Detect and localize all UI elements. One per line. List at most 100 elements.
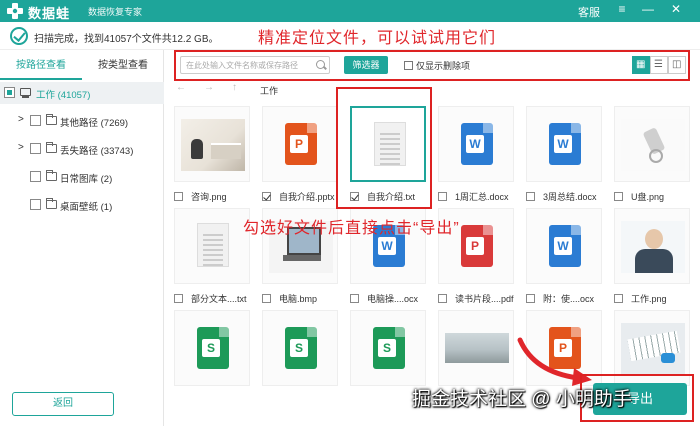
file-thumbnail[interactable]: W bbox=[438, 106, 514, 182]
file-thumbnail[interactable]: W bbox=[526, 106, 602, 182]
file-thumbnail[interactable]: P bbox=[262, 106, 338, 182]
file-name-row: 1周汇总.docx bbox=[438, 190, 518, 203]
tree-checkbox[interactable] bbox=[30, 199, 41, 210]
tree-checkbox[interactable] bbox=[30, 143, 41, 154]
file-thumbnail[interactable]: S bbox=[262, 310, 338, 386]
folder-icon bbox=[46, 170, 57, 181]
file-name-row: 3周总结.docx bbox=[526, 190, 606, 203]
file-name-row: 附：使....ocx bbox=[526, 292, 606, 305]
word-file-icon: W bbox=[461, 123, 493, 165]
file-name-row: 自我介绍.pptx bbox=[262, 190, 342, 203]
tree-checkbox[interactable] bbox=[30, 115, 41, 126]
file-tile[interactable]: W 1周汇总.docx bbox=[438, 106, 514, 216]
file-tile[interactable]: W 3周总结.docx bbox=[526, 106, 602, 216]
file-name-row: 电脑.bmp bbox=[262, 292, 342, 305]
file-tile[interactable]: W 附：使....ocx bbox=[526, 208, 602, 318]
image-preview bbox=[621, 323, 685, 375]
tree-item-wallpaper[interactable]: 桌面壁纸 (1) bbox=[0, 194, 164, 216]
file-thumbnail[interactable] bbox=[614, 208, 690, 284]
tree-item-daily-gallery[interactable]: 日常图库 (2) bbox=[0, 166, 164, 188]
file-checkbox[interactable] bbox=[262, 192, 271, 201]
file-tile[interactable]: U盘.png bbox=[614, 106, 690, 216]
file-name: 1周汇总.docx bbox=[455, 192, 509, 202]
minimize-icon[interactable]: — bbox=[640, 2, 656, 16]
menu-icon[interactable]: ≡ bbox=[614, 2, 630, 16]
file-name: 工作.png bbox=[631, 294, 667, 304]
frog-logo-icon bbox=[7, 3, 23, 19]
check-circle-icon bbox=[10, 27, 28, 45]
file-name-row: 部分文本....txt bbox=[174, 292, 254, 305]
tree-checkbox[interactable] bbox=[30, 171, 41, 182]
file-name: 自我介绍.pptx bbox=[279, 192, 335, 202]
annotation-box-toolbar bbox=[174, 50, 690, 81]
title-bar: 数据蛙 数据恢复专家 客服 ≡ — ✕ bbox=[0, 0, 700, 22]
file-checkbox[interactable] bbox=[262, 294, 271, 303]
tree-item-label: 日常图库 (2) bbox=[60, 174, 113, 185]
file-thumbnail[interactable] bbox=[614, 106, 690, 182]
file-name: 电脑.bmp bbox=[279, 294, 318, 304]
xls-file-icon: S bbox=[197, 327, 229, 369]
file-checkbox[interactable] bbox=[350, 294, 359, 303]
tree-checkbox[interactable] bbox=[4, 87, 15, 98]
file-name-row: 工作.png bbox=[614, 292, 694, 305]
file-name-row: 读书片段....pdf bbox=[438, 292, 518, 305]
chevron-right-icon[interactable]: > bbox=[18, 114, 24, 125]
word-file-icon: W bbox=[549, 123, 581, 165]
file-checkbox[interactable] bbox=[614, 294, 623, 303]
file-checkbox[interactable] bbox=[526, 192, 535, 201]
drive-icon bbox=[20, 88, 31, 98]
app-brand: 数据蛙 bbox=[28, 6, 71, 21]
file-thumbnail[interactable] bbox=[174, 208, 250, 284]
file-tile[interactable]: S bbox=[174, 310, 250, 420]
customer-service-button[interactable]: 客服 bbox=[578, 4, 600, 20]
nav-back-icon[interactable]: ← bbox=[176, 82, 186, 93]
file-tile[interactable]: S bbox=[262, 310, 338, 420]
file-tile[interactable]: 部分文本....txt bbox=[174, 208, 250, 318]
file-name-row: U盘.png bbox=[614, 190, 694, 203]
file-thumbnail[interactable] bbox=[438, 310, 514, 386]
nav-forward-icon[interactable]: → bbox=[204, 82, 214, 93]
tab-by-path[interactable]: 按路径查看 bbox=[0, 50, 82, 80]
image-preview bbox=[621, 119, 685, 171]
file-checkbox[interactable] bbox=[526, 294, 535, 303]
file-checkbox[interactable] bbox=[438, 192, 447, 201]
xls-file-icon: S bbox=[373, 327, 405, 369]
file-thumbnail[interactable]: S bbox=[350, 310, 426, 386]
annotation-top: 精准定位文件，可以试试用它们 bbox=[258, 30, 497, 47]
file-thumbnail[interactable] bbox=[174, 106, 250, 182]
tree-item-label: 桌面壁纸 (1) bbox=[60, 202, 113, 213]
tree-item-lost-paths[interactable]: > 丢失路径 (33743) bbox=[0, 138, 164, 160]
back-button[interactable]: 返回 bbox=[12, 392, 114, 416]
file-checkbox[interactable] bbox=[614, 192, 623, 201]
folder-icon bbox=[46, 142, 57, 153]
file-thumbnail[interactable]: S bbox=[174, 310, 250, 386]
file-checkbox[interactable] bbox=[174, 294, 183, 303]
file-tile[interactable]: 工作.png bbox=[614, 208, 690, 318]
file-tile[interactable]: 咨询.png bbox=[174, 106, 250, 216]
file-checkbox[interactable] bbox=[438, 294, 447, 303]
chevron-right-icon[interactable]: > bbox=[18, 142, 24, 153]
annotation-middle: 勾选好文件后直接点击“导出” bbox=[243, 220, 460, 237]
close-icon[interactable]: ✕ bbox=[668, 2, 684, 16]
file-tile[interactable]: P 自我介绍.pptx bbox=[262, 106, 338, 216]
image-preview bbox=[181, 119, 245, 171]
image-preview bbox=[621, 221, 685, 273]
xls-file-icon: S bbox=[285, 327, 317, 369]
file-thumbnail[interactable]: W bbox=[526, 208, 602, 284]
watermark: 掘金技术社区 @ 小明助手 bbox=[412, 389, 632, 410]
breadcrumb: 工作 bbox=[260, 86, 279, 96]
folder-icon bbox=[46, 114, 57, 125]
nav-up-icon[interactable]: ↑ bbox=[232, 82, 237, 93]
file-name: 部分文本....txt bbox=[191, 294, 247, 304]
file-name-row: 咨询.png bbox=[174, 190, 254, 203]
left-panel: 按路径查看 按类型查看 工作 (41057) > 其他路径 (7269) > 丢… bbox=[0, 50, 164, 426]
file-name: U盘.png bbox=[631, 192, 665, 202]
tab-by-type[interactable]: 按类型查看 bbox=[82, 50, 164, 80]
ppt-file-icon: P bbox=[285, 123, 317, 165]
file-checkbox[interactable] bbox=[174, 192, 183, 201]
file-name: 咨询.png bbox=[191, 192, 227, 202]
file-name-row: 电脑操....ocx bbox=[350, 292, 430, 305]
tree-item-work[interactable]: 工作 (41057) bbox=[0, 82, 164, 104]
tree-item-other-paths[interactable]: > 其他路径 (7269) bbox=[0, 110, 164, 132]
file-name: 附：使....ocx bbox=[543, 294, 595, 304]
